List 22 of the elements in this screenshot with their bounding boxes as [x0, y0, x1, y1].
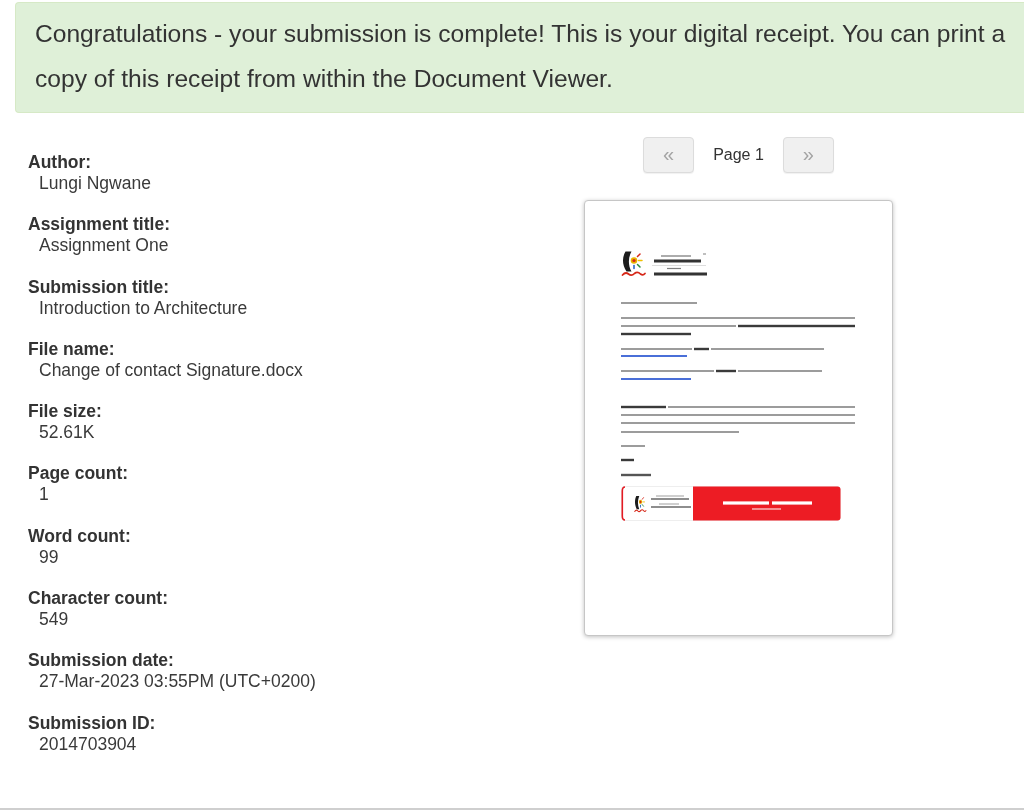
field-value: 52.61K [39, 422, 95, 444]
field-label: Submission date: [28, 650, 174, 672]
field-label: Submission ID: [28, 712, 156, 734]
field-label: Word count: [28, 525, 131, 547]
field-label: Character count: [28, 588, 169, 610]
field-value: 27-Mar-2023 03:55PM (UTC+0200) [39, 671, 316, 693]
field-value: 2014703904 [39, 733, 137, 755]
field-label: Assignment title: [28, 214, 170, 236]
success-message: Congratulations - your submission is complete! This is your digital receipt. You can print a copy of this receipt from within the Document Viewer. [15, 2, 1024, 113]
field-label: Author: [28, 152, 92, 173]
field-value: 99 [39, 546, 59, 568]
page-label: Page 1 [713, 145, 764, 165]
field-value: 549 [39, 609, 69, 631]
field-value: Assignment One [39, 235, 169, 257]
field-label: Submission title: [28, 276, 169, 298]
field-label: File name: [28, 338, 115, 360]
field-label: Page count: [28, 463, 129, 485]
field-label: File size: [28, 401, 102, 423]
field-value: 1 [39, 484, 49, 506]
field-value: Change of contact Signature.docx [39, 359, 303, 381]
field-value: Lungi Ngwane [39, 173, 151, 194]
field-value: Introduction to Architecture [39, 297, 248, 319]
